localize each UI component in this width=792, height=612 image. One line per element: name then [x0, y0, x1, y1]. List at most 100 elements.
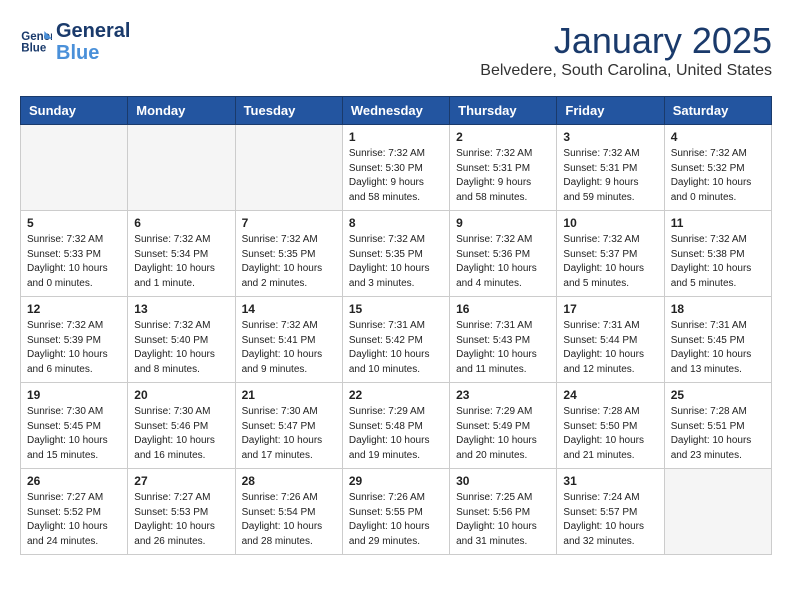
- calendar-cell: 15 Sunrise: 7:31 AM Sunset: 5:42 PM Dayli…: [342, 297, 449, 383]
- day-info: Sunrise: 7:32 AM Sunset: 5:35 PM Dayligh…: [349, 233, 443, 291]
- day-info: Sunrise: 7:32 AM Sunset: 5:31 PM Dayligh…: [563, 147, 657, 205]
- month-title: January 2025: [480, 20, 772, 62]
- location: Belvedere, South Carolina, United States: [480, 62, 772, 80]
- calendar-cell: 2Sunrise: 7:32 AM Sunset: 5:31 PM Daylig…: [450, 125, 557, 211]
- calendar-cell: 27 Sunrise: 7:27 AM Sunset: 5:53 PM Dayli…: [128, 469, 235, 555]
- weekday-header-sunday: Sunday: [21, 97, 128, 125]
- week-row-1: 1 Sunrise: 7:32 AM Sunset: 5:30 PM Daylig…: [21, 125, 772, 211]
- calendar-cell: [21, 125, 128, 211]
- calendar-cell: 20 Sunrise: 7:30 AM Sunset: 5:46 PM Dayli…: [128, 383, 235, 469]
- day-number: 9: [456, 216, 550, 230]
- day-number: 22: [349, 388, 443, 402]
- calendar-cell: 7 Sunrise: 7:32 AM Sunset: 5:35 PM Daylig…: [235, 211, 342, 297]
- weekday-header-row: SundayMondayTuesdayWednesdayThursdayFrid…: [21, 97, 772, 125]
- day-info: Sunrise: 7:26 AM Sunset: 5:54 PM Dayligh…: [242, 491, 336, 549]
- day-info: Sunrise: 7:32 AM Sunset: 5:38 PM Dayligh…: [671, 233, 765, 291]
- day-number: 11: [671, 216, 765, 230]
- day-number: 3: [563, 130, 657, 144]
- day-number: 10: [563, 216, 657, 230]
- weekday-header-tuesday: Tuesday: [235, 97, 342, 125]
- calendar-cell: 3 Sunrise: 7:32 AM Sunset: 5:31 PM Daylig…: [557, 125, 664, 211]
- logo: General Blue General Blue: [20, 20, 130, 64]
- day-info: Sunrise: 7:27 AM Sunset: 5:52 PM Dayligh…: [27, 491, 121, 549]
- calendar-cell: 10Sunrise: 7:32 AM Sunset: 5:37 PM Dayli…: [557, 211, 664, 297]
- calendar-cell: [128, 125, 235, 211]
- day-info: Sunrise: 7:28 AM Sunset: 5:51 PM Dayligh…: [671, 405, 765, 463]
- day-number: 29: [349, 474, 443, 488]
- day-number: 12: [27, 302, 121, 316]
- calendar-cell: 26Sunrise: 7:27 AM Sunset: 5:52 PM Dayli…: [21, 469, 128, 555]
- calendar-cell: 28 Sunrise: 7:26 AM Sunset: 5:54 PM Dayli…: [235, 469, 342, 555]
- calendar-cell: 31Sunrise: 7:24 AM Sunset: 5:57 PM Dayli…: [557, 469, 664, 555]
- logo-blue: Blue: [56, 42, 130, 64]
- day-info: Sunrise: 7:25 AM Sunset: 5:56 PM Dayligh…: [456, 491, 550, 549]
- calendar-cell: [235, 125, 342, 211]
- day-number: 20: [134, 388, 228, 402]
- week-row-5: 26Sunrise: 7:27 AM Sunset: 5:52 PM Dayli…: [21, 469, 772, 555]
- day-info: Sunrise: 7:31 AM Sunset: 5:44 PM Dayligh…: [563, 319, 657, 377]
- day-info: Sunrise: 7:24 AM Sunset: 5:57 PM Dayligh…: [563, 491, 657, 549]
- day-number: 28: [242, 474, 336, 488]
- calendar-cell: 18Sunrise: 7:31 AM Sunset: 5:45 PM Dayli…: [664, 297, 771, 383]
- day-info: Sunrise: 7:29 AM Sunset: 5:48 PM Dayligh…: [349, 405, 443, 463]
- day-number: 24: [563, 388, 657, 402]
- day-info: Sunrise: 7:27 AM Sunset: 5:53 PM Dayligh…: [134, 491, 228, 549]
- day-number: 25: [671, 388, 765, 402]
- day-info: Sunrise: 7:31 AM Sunset: 5:43 PM Dayligh…: [456, 319, 550, 377]
- day-info: Sunrise: 7:32 AM Sunset: 5:39 PM Dayligh…: [27, 319, 121, 377]
- calendar-table: SundayMondayTuesdayWednesdayThursdayFrid…: [20, 96, 772, 555]
- week-row-2: 5 Sunrise: 7:32 AM Sunset: 5:33 PM Daylig…: [21, 211, 772, 297]
- weekday-header-thursday: Thursday: [450, 97, 557, 125]
- day-info: Sunrise: 7:30 AM Sunset: 5:45 PM Dayligh…: [27, 405, 121, 463]
- calendar-cell: 11 Sunrise: 7:32 AM Sunset: 5:38 PM Dayli…: [664, 211, 771, 297]
- day-number: 16: [456, 302, 550, 316]
- calendar-cell: 14Sunrise: 7:32 AM Sunset: 5:41 PM Dayli…: [235, 297, 342, 383]
- calendar-cell: 5 Sunrise: 7:32 AM Sunset: 5:33 PM Daylig…: [21, 211, 128, 297]
- day-number: 27: [134, 474, 228, 488]
- day-number: 6: [134, 216, 228, 230]
- calendar-cell: 19 Sunrise: 7:30 AM Sunset: 5:45 PM Dayli…: [21, 383, 128, 469]
- day-number: 18: [671, 302, 765, 316]
- day-number: 5: [27, 216, 121, 230]
- day-info: Sunrise: 7:32 AM Sunset: 5:33 PM Dayligh…: [27, 233, 121, 291]
- day-number: 23: [456, 388, 550, 402]
- day-number: 15: [349, 302, 443, 316]
- calendar-cell: 22 Sunrise: 7:29 AM Sunset: 5:48 PM Dayli…: [342, 383, 449, 469]
- day-info: Sunrise: 7:32 AM Sunset: 5:30 PM Dayligh…: [349, 147, 443, 205]
- day-number: 1: [349, 130, 443, 144]
- calendar-cell: 6 Sunrise: 7:32 AM Sunset: 5:34 PM Daylig…: [128, 211, 235, 297]
- day-info: Sunrise: 7:31 AM Sunset: 5:42 PM Dayligh…: [349, 319, 443, 377]
- weekday-header-wednesday: Wednesday: [342, 97, 449, 125]
- weekday-header-saturday: Saturday: [664, 97, 771, 125]
- calendar-cell: 16 Sunrise: 7:31 AM Sunset: 5:43 PM Dayli…: [450, 297, 557, 383]
- calendar-cell: 23 Sunrise: 7:29 AM Sunset: 5:49 PM Dayli…: [450, 383, 557, 469]
- title-block: January 2025 Belvedere, South Carolina, …: [480, 20, 772, 80]
- page-header: General Blue General Blue January 2025 B…: [20, 20, 772, 80]
- calendar-cell: 9 Sunrise: 7:32 AM Sunset: 5:36 PM Daylig…: [450, 211, 557, 297]
- day-info: Sunrise: 7:28 AM Sunset: 5:50 PM Dayligh…: [563, 405, 657, 463]
- calendar-cell: 12 Sunrise: 7:32 AM Sunset: 5:39 PM Dayli…: [21, 297, 128, 383]
- day-number: 19: [27, 388, 121, 402]
- weekday-header-monday: Monday: [128, 97, 235, 125]
- day-number: 7: [242, 216, 336, 230]
- day-number: 14: [242, 302, 336, 316]
- day-info: Sunrise: 7:30 AM Sunset: 5:47 PM Dayligh…: [242, 405, 336, 463]
- calendar-cell: 25 Sunrise: 7:28 AM Sunset: 5:51 PM Dayli…: [664, 383, 771, 469]
- calendar-cell: 17 Sunrise: 7:31 AM Sunset: 5:44 PM Dayli…: [557, 297, 664, 383]
- day-info: Sunrise: 7:30 AM Sunset: 5:46 PM Dayligh…: [134, 405, 228, 463]
- day-info: Sunrise: 7:32 AM Sunset: 5:31 PM Dayligh…: [456, 147, 550, 205]
- day-info: Sunrise: 7:32 AM Sunset: 5:32 PM Dayligh…: [671, 147, 765, 205]
- day-info: Sunrise: 7:26 AM Sunset: 5:55 PM Dayligh…: [349, 491, 443, 549]
- day-info: Sunrise: 7:32 AM Sunset: 5:40 PM Dayligh…: [134, 319, 228, 377]
- day-info: Sunrise: 7:32 AM Sunset: 5:35 PM Dayligh…: [242, 233, 336, 291]
- logo-general: General: [56, 20, 130, 42]
- day-number: 13: [134, 302, 228, 316]
- day-info: Sunrise: 7:32 AM Sunset: 5:36 PM Dayligh…: [456, 233, 550, 291]
- calendar-cell: 24 Sunrise: 7:28 AM Sunset: 5:50 PM Dayli…: [557, 383, 664, 469]
- weekday-header-friday: Friday: [557, 97, 664, 125]
- day-info: Sunrise: 7:29 AM Sunset: 5:49 PM Dayligh…: [456, 405, 550, 463]
- day-number: 4: [671, 130, 765, 144]
- day-number: 17: [563, 302, 657, 316]
- calendar-cell: 29 Sunrise: 7:26 AM Sunset: 5:55 PM Dayli…: [342, 469, 449, 555]
- day-info: Sunrise: 7:32 AM Sunset: 5:34 PM Dayligh…: [134, 233, 228, 291]
